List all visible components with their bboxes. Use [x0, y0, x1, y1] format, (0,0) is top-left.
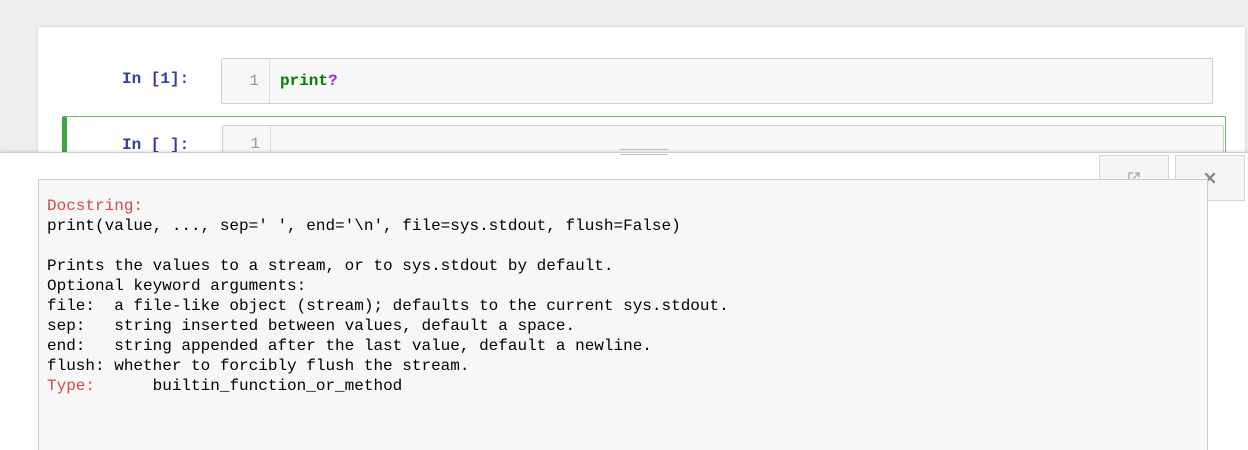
- pager-resize-handle[interactable]: [620, 149, 668, 155]
- input-prompt: In [1]:: [122, 70, 190, 88]
- doc-line: Optional keyword arguments:: [47, 277, 307, 295]
- doc-line: end: string appended after the last valu…: [47, 337, 652, 355]
- docstring-panel: Docstring: print(value, ..., sep=' ', en…: [38, 179, 1208, 450]
- type-label: Type:: [47, 377, 96, 395]
- code-keyword: print: [280, 72, 329, 90]
- line-gutter: 1: [222, 59, 270, 103]
- type-value: builtin_function_or_method: [95, 377, 403, 395]
- docstring-text: Docstring: print(value, ..., sep=' ', en…: [47, 196, 729, 396]
- doc-line: file: a file-like object (stream); defau…: [47, 297, 729, 315]
- doc-line: sep: string inserted between values, def…: [47, 317, 576, 335]
- line-number: 1: [250, 135, 260, 153]
- notebook-container: In [1]: 1 print? In [ ]: 1: [38, 27, 1245, 171]
- pager-panel: Docstring: print(value, ..., sep=' ', en…: [0, 149, 1248, 450]
- code-cell[interactable]: In [1]: 1 print?: [38, 58, 1245, 108]
- doc-line: Prints the values to a stream, or to sys…: [47, 257, 614, 275]
- code-line[interactable]: print?: [280, 72, 338, 90]
- signature-line: print(value, ..., sep=' ', end='\n', fil…: [47, 217, 681, 235]
- doc-line: flush: whether to forcibly flush the str…: [47, 357, 470, 375]
- line-number: 1: [249, 72, 259, 90]
- docstring-label: Docstring:: [47, 197, 144, 215]
- code-editor[interactable]: 1 print?: [221, 58, 1213, 104]
- code-operator: ?: [328, 72, 338, 90]
